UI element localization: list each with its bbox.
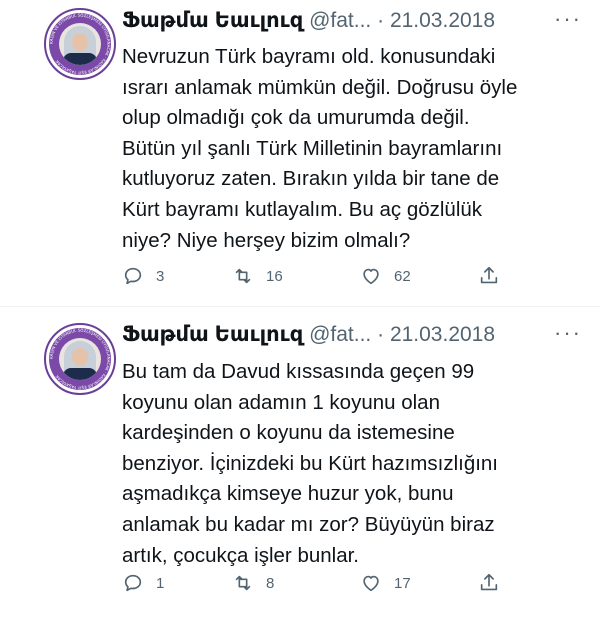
avatar[interactable]: KADIN VE İSTANBUL SÖZLEŞMESİ UYGULANACAK…: [44, 8, 116, 80]
tweet-actions: 3 16 62: [122, 265, 502, 289]
tweet-date[interactable]: 21.03.2018: [390, 323, 495, 346]
separator-dot: ·: [377, 9, 385, 32]
text-line: Nevruzun Türk bayramı old. konusundaki: [122, 45, 496, 68]
like-button[interactable]: 62: [360, 265, 411, 287]
tweet-text: Bu tam da Davud kıssasında geçen 99 koyu…: [122, 357, 582, 571]
text-line: ısrarı anlamak mümkün değil. Doğrusu öyl…: [122, 75, 518, 99]
tweet-actions: 1 8 17: [122, 572, 502, 596]
text-line: Bütün yıl şanlı Türk Milletinin bayramla…: [122, 136, 503, 160]
text-line: aşmadıkça kimseye huzur yok, bunu: [122, 482, 454, 506]
more-options-icon[interactable]: ···: [554, 6, 582, 32]
like-count: 62: [394, 267, 411, 285]
retweet-count: 16: [266, 267, 283, 285]
retweet-icon: [235, 575, 251, 591]
separator-dot: ·: [377, 323, 385, 346]
text-line: Bu tam da Davud kıssasında geçen 99: [122, 360, 475, 383]
reply-button[interactable]: 1: [122, 572, 164, 594]
like-count: 17: [394, 574, 411, 592]
retweet-button[interactable]: 16: [232, 265, 283, 287]
text-line: Kürt bayramı kutlayalım. Bu aç gözlülük: [122, 197, 483, 221]
retweet-count: 8: [266, 574, 275, 592]
reply-count: 3: [156, 267, 165, 285]
retweet-icon: [235, 268, 251, 284]
heart-icon: [363, 575, 379, 592]
text-line: niye? Niye herşey bizim olmalı?: [122, 228, 411, 252]
share-button[interactable]: [478, 572, 500, 594]
share-button[interactable]: [478, 265, 500, 287]
text-line: artık, çocukça işler bunlar.: [122, 543, 359, 567]
reply-icon: [124, 574, 142, 592]
avatar-photo: [59, 338, 101, 380]
username[interactable]: @fat...: [309, 9, 371, 32]
more-options-icon[interactable]: ···: [554, 320, 582, 346]
tweet-2[interactable]: KADIN VE İSTANBUL SÖZLEŞMESİ UYGULANACAK…: [0, 306, 600, 617]
display-name[interactable]: Ֆաթմա Եաւլուզ: [122, 323, 303, 346]
text-line: kutluyoruz zaten. Bırakın yılda bir tane…: [122, 167, 500, 191]
tweet-header: Ֆաթմա Եաւլուզ @fat... · 21.03.2018: [122, 8, 495, 34]
text-line: benziyor. İçinizdeki bu Kürt hazımsızlığ…: [122, 451, 499, 475]
reply-count: 1: [156, 574, 165, 592]
share-icon: [480, 573, 498, 591]
text-line: kardeşinden o koyunu da istemesine: [122, 421, 455, 445]
reply-icon: [124, 267, 142, 285]
tweet-date[interactable]: 21.03.2018: [390, 9, 495, 32]
tweet-1[interactable]: KADIN VE İSTANBUL SÖZLEŞMESİ UYGULANACAK…: [0, 0, 600, 306]
heart-icon: [363, 268, 379, 285]
tweet-header: Ֆաթմա Եաւլուզ @fat... · 21.03.2018: [122, 322, 495, 348]
text-line: koyunu olan adamın 1 koyunu olan: [122, 390, 440, 414]
avatar-photo: [59, 23, 101, 65]
tweet-text: Nevruzun Türk bayramı old. konusundaki ı…: [122, 42, 582, 256]
like-button[interactable]: 17: [360, 572, 411, 594]
display-name[interactable]: Ֆաթմա Եաւլուզ: [122, 9, 303, 32]
username[interactable]: @fat...: [309, 323, 371, 346]
retweet-button[interactable]: 8: [232, 572, 274, 594]
avatar[interactable]: KADIN VE İSTANBUL SÖZLEŞMESİ UYGULANACAK…: [44, 323, 116, 395]
share-icon: [480, 266, 498, 284]
text-line: olup olmadığı çok da umurumda değil.: [122, 106, 470, 130]
reply-button[interactable]: 3: [122, 265, 164, 287]
text-line: anlamak bu kadar mı zor? Büyüyün biraz: [122, 512, 495, 536]
